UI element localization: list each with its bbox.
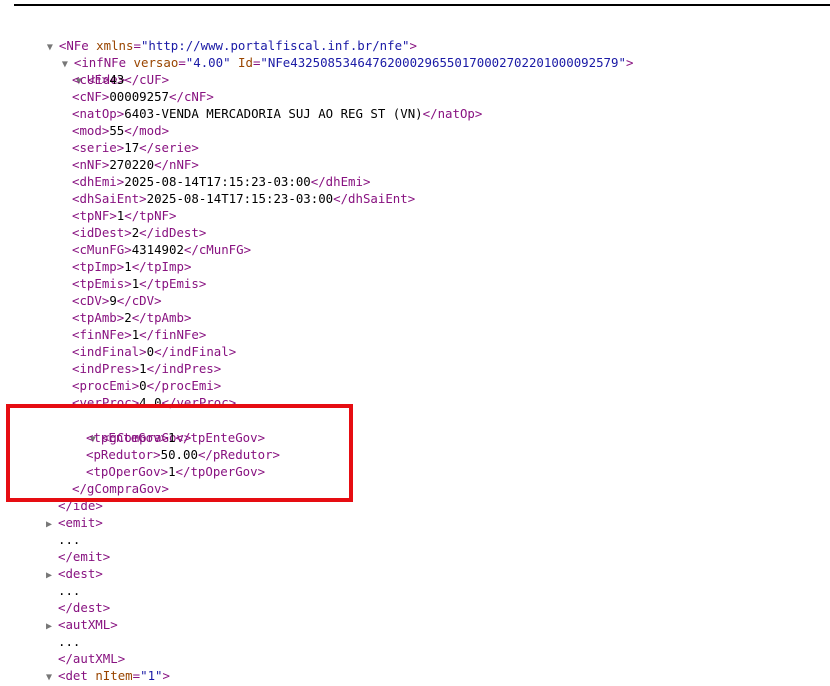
xml-ellipsis-emit: ... [58, 532, 81, 547]
xml-ellipsis-dest: ... [58, 583, 81, 598]
xml-leaf-natop: <natOp>6403-VENDA MERCADORIA SUJ AO REG … [72, 106, 483, 121]
xml-leaf-dhsaient: <dhSaiEnt>2025-08-14T17:15:23-03:00</dhS… [72, 191, 416, 206]
triangle-right-icon[interactable]: ▶ [46, 567, 58, 584]
xml-leaf-finnfe: <finNFe>1</finNFe> [72, 327, 207, 342]
xml-close-dest: </dest> [58, 600, 111, 615]
xml-leaf-cnf: <cNF>00009257</cNF> [72, 89, 214, 104]
xml-leaf-tpimp: <tpImp>1</tpImp> [72, 259, 192, 274]
xml-leaf-cmunfg: <cMunFG>4314902</cMunFG> [72, 242, 252, 257]
xml-leaf-tpemis: <tpEmis>1</tpEmis> [72, 276, 207, 291]
xml-leaf-procemi: <procEmi>0</procEmi> [72, 378, 222, 393]
xml-leaf-tpnf: <tpNF>1</tpNF> [72, 208, 177, 223]
xml-close-autxml: </autXML> [58, 651, 126, 666]
xml-node-nfe[interactable]: ▼ <NFe xmlns="http://www.portalfiscal.inf… [17, 20, 417, 53]
xml-leaf-serie: <serie>17</serie> [72, 140, 199, 155]
xml-node-autxml[interactable]: ▶ <autXML> [46, 616, 118, 633]
xml-leaf-indpres: <indPres>1</indPres> [72, 361, 222, 376]
highlight-box [6, 404, 353, 502]
xml-leaf-nnf: <nNF>270220</nNF> [72, 157, 199, 172]
triangle-right-icon[interactable]: ▶ [46, 618, 58, 635]
xml-node-dest[interactable]: ▶ <dest> [46, 565, 103, 582]
xml-tree-viewer: ▼ <NFe xmlns="http://www.portalfiscal.inf… [0, 0, 830, 684]
triangle-down-icon[interactable]: ▼ [46, 669, 58, 686]
xml-leaf-cuf: <cUF>43</cUF> [72, 72, 170, 87]
xml-leaf-mod: <mod>55</mod> [72, 123, 170, 138]
xml-ellipsis-autxml: ... [58, 634, 81, 649]
xml-node-emit[interactable]: ▶ <emit> [46, 514, 103, 531]
xml-node-ide[interactable]: ▼ <ide> [46, 54, 125, 87]
xml-leaf-indfinal: <indFinal>0</indFinal> [72, 344, 237, 359]
xml-leaf-dhemi: <dhEmi>2025-08-14T17:15:23-03:00</dhEmi> [72, 174, 371, 189]
xml-leaf-iddest: <idDest>2</idDest> [72, 225, 207, 240]
xml-close-emit: </emit> [58, 549, 111, 564]
triangle-right-icon[interactable]: ▶ [46, 516, 58, 533]
xml-node-infnfe[interactable]: ▼ <infNFe versao="4.00" Id="NFe4325085346… [32, 37, 634, 70]
xml-node-det[interactable]: ▼ <det nItem="1"> [46, 667, 170, 684]
xml-leaf-cdv: <cDV>9</cDV> [72, 293, 162, 308]
xml-leaf-tpamb: <tpAmb>2</tpAmb> [72, 310, 192, 325]
